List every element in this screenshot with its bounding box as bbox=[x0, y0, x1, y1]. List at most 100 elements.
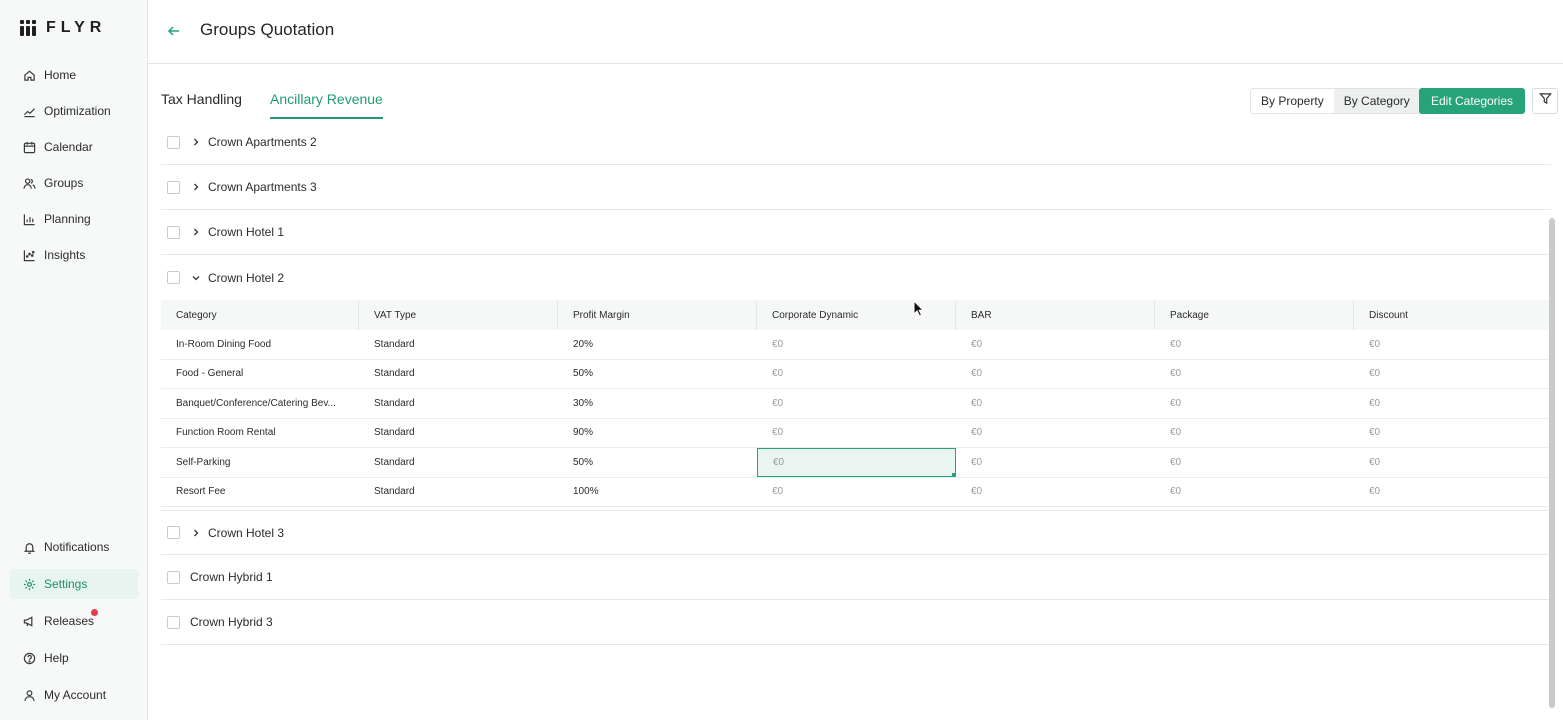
profit-margin-cell[interactable]: 20% bbox=[558, 330, 757, 359]
vat-type-cell[interactable]: Standard bbox=[359, 448, 558, 477]
property-row: Crown Hybrid 1 bbox=[161, 555, 1551, 600]
sidebar-item-help[interactable]: Help bbox=[10, 643, 138, 673]
groups-icon bbox=[22, 176, 36, 190]
filter-button[interactable] bbox=[1532, 88, 1558, 114]
corporate-dynamic-cell[interactable]: €0 bbox=[757, 389, 956, 418]
flyr-logo-mark-icon bbox=[20, 19, 37, 37]
property-row: Crown Hotel 1 bbox=[161, 210, 1551, 255]
discount-cell[interactable]: €0 bbox=[1354, 448, 1551, 477]
corporate-dynamic-cell[interactable]: €0 bbox=[757, 360, 956, 389]
discount-cell[interactable]: €0 bbox=[1354, 478, 1551, 507]
gear-icon bbox=[22, 577, 36, 591]
package-cell[interactable]: €0 bbox=[1155, 478, 1354, 507]
row-checkbox[interactable] bbox=[167, 135, 180, 149]
bar-cell[interactable]: €0 bbox=[956, 360, 1155, 389]
package-cell[interactable]: €0 bbox=[1155, 389, 1354, 418]
sidebar: FLYR Home Optimization Calendar Groups P… bbox=[0, 0, 148, 720]
package-cell[interactable]: €0 bbox=[1155, 448, 1354, 477]
bar-cell[interactable]: €0 bbox=[956, 478, 1155, 507]
row-checkbox[interactable] bbox=[167, 225, 180, 239]
property-name: Crown Hotel 2 bbox=[208, 270, 285, 285]
bar-cell[interactable]: €0 bbox=[956, 448, 1155, 477]
property-name: Crown Hotel 1 bbox=[208, 225, 285, 239]
bar-cell[interactable]: €0 bbox=[956, 389, 1155, 418]
bell-icon bbox=[22, 540, 36, 554]
chevron-right-icon[interactable] bbox=[191, 182, 201, 192]
mouse-pointer-icon bbox=[913, 299, 925, 318]
category-cell: Self-Parking bbox=[176, 456, 231, 468]
profit-margin-cell[interactable]: 100% bbox=[558, 478, 757, 507]
back-arrow-icon[interactable] bbox=[166, 23, 182, 39]
table-row: In-Room Dining Food Standard 20% €0 €0 €… bbox=[161, 330, 1551, 360]
tab-tax-handling[interactable]: Tax Handling bbox=[161, 91, 242, 117]
vat-type-cell[interactable]: Standard bbox=[359, 389, 558, 418]
property-name: Crown Hybrid 1 bbox=[190, 570, 273, 584]
row-checkbox[interactable] bbox=[167, 180, 180, 194]
by-category-button[interactable]: By Category bbox=[1333, 89, 1420, 113]
sidebar-item-settings[interactable]: Settings bbox=[10, 569, 138, 599]
category-cell: Banquet/Conference/Catering Bev... bbox=[176, 397, 336, 409]
tab-ancillary-revenue[interactable]: Ancillary Revenue bbox=[270, 91, 383, 119]
sidebar-item-label: Insights bbox=[44, 248, 86, 262]
row-checkbox[interactable] bbox=[167, 271, 180, 284]
table-row: Banquet/Conference/Catering Bev... Stand… bbox=[161, 389, 1551, 419]
help-icon bbox=[22, 651, 36, 665]
sidebar-item-label: Planning bbox=[44, 212, 91, 226]
row-checkbox[interactable] bbox=[167, 570, 180, 584]
bar-cell[interactable]: €0 bbox=[956, 419, 1155, 448]
row-checkbox[interactable] bbox=[167, 526, 180, 539]
sidebar-item-label: Help bbox=[44, 651, 69, 665]
column-header: Profit Margin bbox=[558, 300, 757, 330]
sidebar-item-optimization[interactable]: Optimization bbox=[10, 96, 138, 126]
vat-type-cell[interactable]: Standard bbox=[359, 360, 558, 389]
column-header: Corporate Dynamic bbox=[757, 300, 956, 330]
table-row: Resort Fee Standard 100% €0 €0 €0 €0 bbox=[161, 478, 1551, 507]
package-cell[interactable]: €0 bbox=[1155, 419, 1354, 448]
table-row: Function Room Rental Standard 90% €0 €0 … bbox=[161, 419, 1551, 448]
sidebar-item-my-account[interactable]: My Account bbox=[10, 680, 138, 710]
package-cell[interactable]: €0 bbox=[1155, 330, 1354, 359]
discount-cell[interactable]: €0 bbox=[1354, 389, 1551, 418]
vat-type-cell[interactable]: Standard bbox=[359, 330, 558, 359]
chevron-right-icon[interactable] bbox=[191, 227, 201, 237]
flyr-logo[interactable]: FLYR bbox=[20, 19, 106, 37]
sidebar-item-home[interactable]: Home bbox=[10, 60, 138, 90]
by-property-button[interactable]: By Property bbox=[1251, 89, 1334, 113]
discount-cell[interactable]: €0 bbox=[1354, 360, 1551, 389]
page-header: Groups Quotation bbox=[148, 0, 1563, 64]
sidebar-item-label: Settings bbox=[44, 577, 88, 591]
profit-margin-cell[interactable]: 30% bbox=[558, 389, 757, 418]
corporate-dynamic-cell[interactable]: €0 bbox=[757, 478, 956, 507]
package-cell[interactable]: €0 bbox=[1155, 360, 1354, 389]
profit-margin-cell[interactable]: 50% bbox=[558, 448, 757, 477]
property-name: Crown Hotel 3 bbox=[208, 525, 285, 540]
chevron-right-icon[interactable] bbox=[191, 137, 201, 147]
profit-margin-cell[interactable]: 90% bbox=[558, 419, 757, 448]
property-name: Crown Apartments 3 bbox=[208, 180, 317, 194]
sidebar-item-calendar[interactable]: Calendar bbox=[10, 132, 138, 162]
property-name: Crown Apartments 2 bbox=[208, 135, 317, 149]
discount-cell[interactable]: €0 bbox=[1354, 419, 1551, 448]
vat-type-cell[interactable]: Standard bbox=[359, 419, 558, 448]
sidebar-item-insights[interactable]: Insights bbox=[10, 240, 138, 270]
vat-type-cell[interactable]: Standard bbox=[359, 478, 558, 507]
filter-icon bbox=[1538, 92, 1552, 110]
sidebar-item-groups[interactable]: Groups bbox=[10, 168, 138, 198]
edit-categories-button[interactable]: Edit Categories bbox=[1419, 88, 1525, 114]
row-checkbox[interactable] bbox=[167, 615, 180, 629]
chevron-down-icon[interactable] bbox=[191, 273, 201, 283]
sidebar-item-planning[interactable]: Planning bbox=[10, 204, 138, 234]
table-row: Food - General Standard 50% €0 €0 €0 €0 bbox=[161, 360, 1551, 389]
bar-cell[interactable]: €0 bbox=[956, 330, 1155, 359]
sidebar-item-releases[interactable]: Releases bbox=[10, 606, 138, 636]
sidebar-item-label: Optimization bbox=[44, 104, 111, 118]
chevron-right-icon[interactable] bbox=[191, 528, 201, 538]
corporate-dynamic-cell[interactable]: €0 bbox=[757, 419, 956, 448]
profit-margin-cell[interactable]: 50% bbox=[558, 360, 757, 389]
sidebar-item-notifications[interactable]: Notifications bbox=[10, 532, 138, 562]
discount-cell[interactable]: €0 bbox=[1354, 330, 1551, 359]
vertical-scrollbar-thumb[interactable] bbox=[1549, 218, 1555, 708]
column-header: Discount bbox=[1369, 309, 1408, 321]
corporate-dynamic-cell-selected[interactable]: €0 bbox=[757, 448, 956, 477]
corporate-dynamic-cell[interactable]: €0 bbox=[757, 330, 956, 359]
